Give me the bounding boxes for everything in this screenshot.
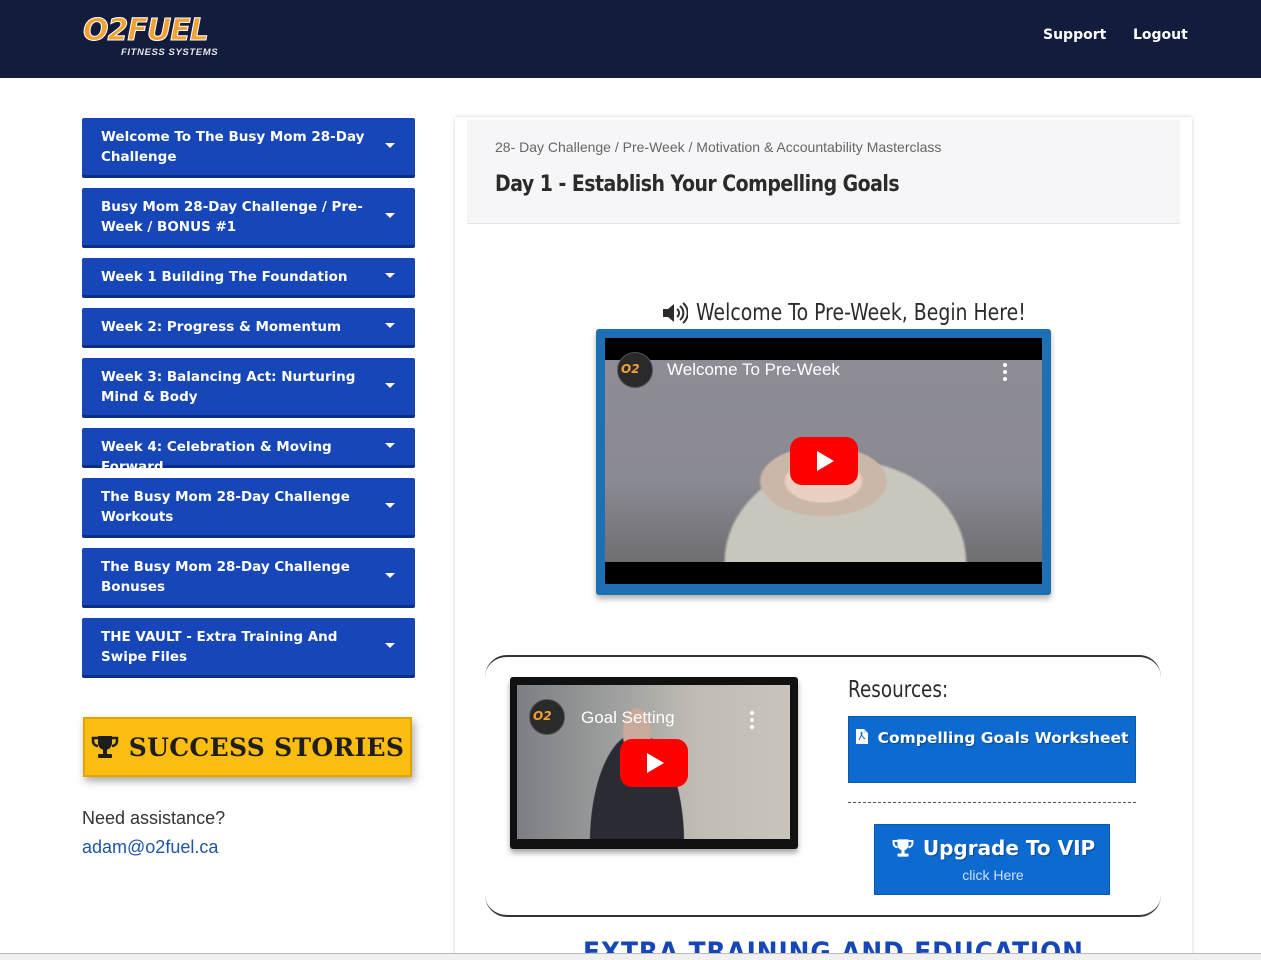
upgrade-vip-button[interactable]: Upgrade To VIP click Here bbox=[874, 824, 1110, 895]
compelling-goals-worksheet-button[interactable]: Compelling Goals Worksheet bbox=[848, 716, 1136, 783]
sidebar-item-week-1[interactable]: Week 1 Building The Foundation bbox=[82, 258, 415, 298]
success-stories-label: SUCCESS STORIES bbox=[128, 732, 405, 762]
sidebar-item-week-4[interactable]: Week 4: Celebration & Moving Forward bbox=[82, 428, 415, 475]
page-title: Day 1 - Establish Your Compelling Goals bbox=[495, 172, 900, 197]
speaker-icon bbox=[663, 302, 688, 324]
video-title[interactable]: Goal Setting bbox=[581, 708, 675, 728]
nav-logout-link[interactable]: Logout bbox=[1133, 27, 1188, 43]
logo-text: O2FUEL bbox=[83, 13, 210, 48]
top-header: O2FUEL FITNESS SYSTEMS Support Logout bbox=[0, 0, 1261, 78]
sidebar-item-label: Week 3: Balancing Act: Nurturing Mind & … bbox=[101, 369, 356, 405]
chevron-down-icon bbox=[385, 572, 395, 578]
video-heading-text: Welcome To Pre-Week, Begin Here! bbox=[696, 300, 1026, 326]
sidebar-item-workouts[interactable]: The Busy Mom 28-Day Challenge Workouts bbox=[82, 478, 415, 538]
play-icon[interactable] bbox=[790, 437, 858, 485]
assistance-label: Need assistance? bbox=[82, 808, 226, 828]
channel-avatar[interactable]: O2 bbox=[529, 699, 565, 735]
sidebar-item-label: Week 2: Progress & Momentum bbox=[101, 319, 342, 335]
sidebar-item-pre-week[interactable]: Busy Mom 28-Day Challenge / Pre-Week / B… bbox=[82, 188, 415, 248]
trophy-icon bbox=[91, 736, 118, 758]
assistance-email-link[interactable]: adam@o2fuel.ca bbox=[82, 837, 218, 858]
pdf-file-icon bbox=[855, 729, 868, 744]
trophy-icon bbox=[892, 839, 914, 857]
channel-avatar[interactable]: O2 bbox=[617, 352, 653, 388]
chevron-down-icon bbox=[385, 142, 395, 148]
chevron-down-icon bbox=[385, 382, 395, 388]
vip-title: Upgrade To VIP bbox=[875, 836, 1111, 860]
success-stories-button[interactable]: SUCCESS STORIES bbox=[83, 717, 412, 777]
chevron-down-icon bbox=[385, 502, 395, 508]
chevron-down-icon bbox=[385, 212, 395, 218]
sidebar-item-label: THE VAULT - Extra Training And Swipe Fil… bbox=[101, 629, 338, 665]
sidebar-item-label: The Busy Mom 28-Day Challenge Bonuses bbox=[101, 559, 350, 595]
more-options-icon[interactable] bbox=[1003, 363, 1007, 381]
sidebar-item-label: Busy Mom 28-Day Challenge / Pre-Week / B… bbox=[101, 199, 363, 235]
sidebar-item-week-3[interactable]: Week 3: Balancing Act: Nurturing Mind & … bbox=[82, 358, 415, 418]
chevron-down-icon bbox=[385, 442, 395, 448]
channel-badge-text: O2 bbox=[533, 709, 552, 723]
chevron-down-icon bbox=[385, 322, 395, 328]
video-title[interactable]: Welcome To Pre-Week bbox=[667, 360, 840, 380]
play-icon[interactable] bbox=[620, 739, 688, 787]
resources-heading: Resources: bbox=[848, 677, 949, 703]
worksheet-button-label: Compelling Goals Worksheet bbox=[877, 729, 1129, 747]
vip-title-label: Upgrade To VIP bbox=[922, 836, 1096, 860]
goal-setting-video-player[interactable]: O2 Goal Setting bbox=[517, 685, 790, 839]
sidebar-item-label: The Busy Mom 28-Day Challenge Workouts bbox=[101, 489, 350, 525]
divider bbox=[848, 802, 1136, 803]
channel-badge-text: O2 bbox=[621, 362, 640, 376]
sidebar-item-label: Welcome To The Busy Mom 28-Day Challenge bbox=[101, 129, 365, 165]
sidebar-item-welcome[interactable]: Welcome To The Busy Mom 28-Day Challenge bbox=[82, 118, 415, 178]
brand-logo[interactable]: O2FUEL FITNESS SYSTEMS bbox=[83, 13, 233, 60]
sidebar-item-bonuses[interactable]: The Busy Mom 28-Day Challenge Bonuses bbox=[82, 548, 415, 608]
breadcrumb[interactable]: 28- Day Challenge / Pre-Week / Motivatio… bbox=[495, 139, 941, 155]
sidebar-item-label: Week 1 Building The Foundation bbox=[101, 269, 348, 285]
chevron-down-icon bbox=[385, 642, 395, 648]
video-heading: Welcome To Pre-Week, Begin Here! bbox=[662, 298, 1026, 328]
welcome-video-player[interactable]: O2 Welcome To Pre-Week bbox=[605, 338, 1042, 584]
horizontal-scrollbar[interactable] bbox=[0, 953, 1261, 960]
more-options-icon[interactable] bbox=[750, 711, 754, 729]
nav-support-link[interactable]: Support bbox=[1043, 27, 1106, 43]
sidebar-item-vault[interactable]: THE VAULT - Extra Training And Swipe Fil… bbox=[82, 618, 415, 678]
chevron-down-icon bbox=[385, 272, 395, 278]
logo-tagline: FITNESS SYSTEMS bbox=[121, 47, 219, 58]
sidebar-item-week-2[interactable]: Week 2: Progress & Momentum bbox=[82, 308, 415, 348]
sidebar-item-label: Week 4: Celebration & Moving Forward bbox=[101, 439, 332, 475]
vip-subtitle: click Here bbox=[962, 867, 1024, 883]
